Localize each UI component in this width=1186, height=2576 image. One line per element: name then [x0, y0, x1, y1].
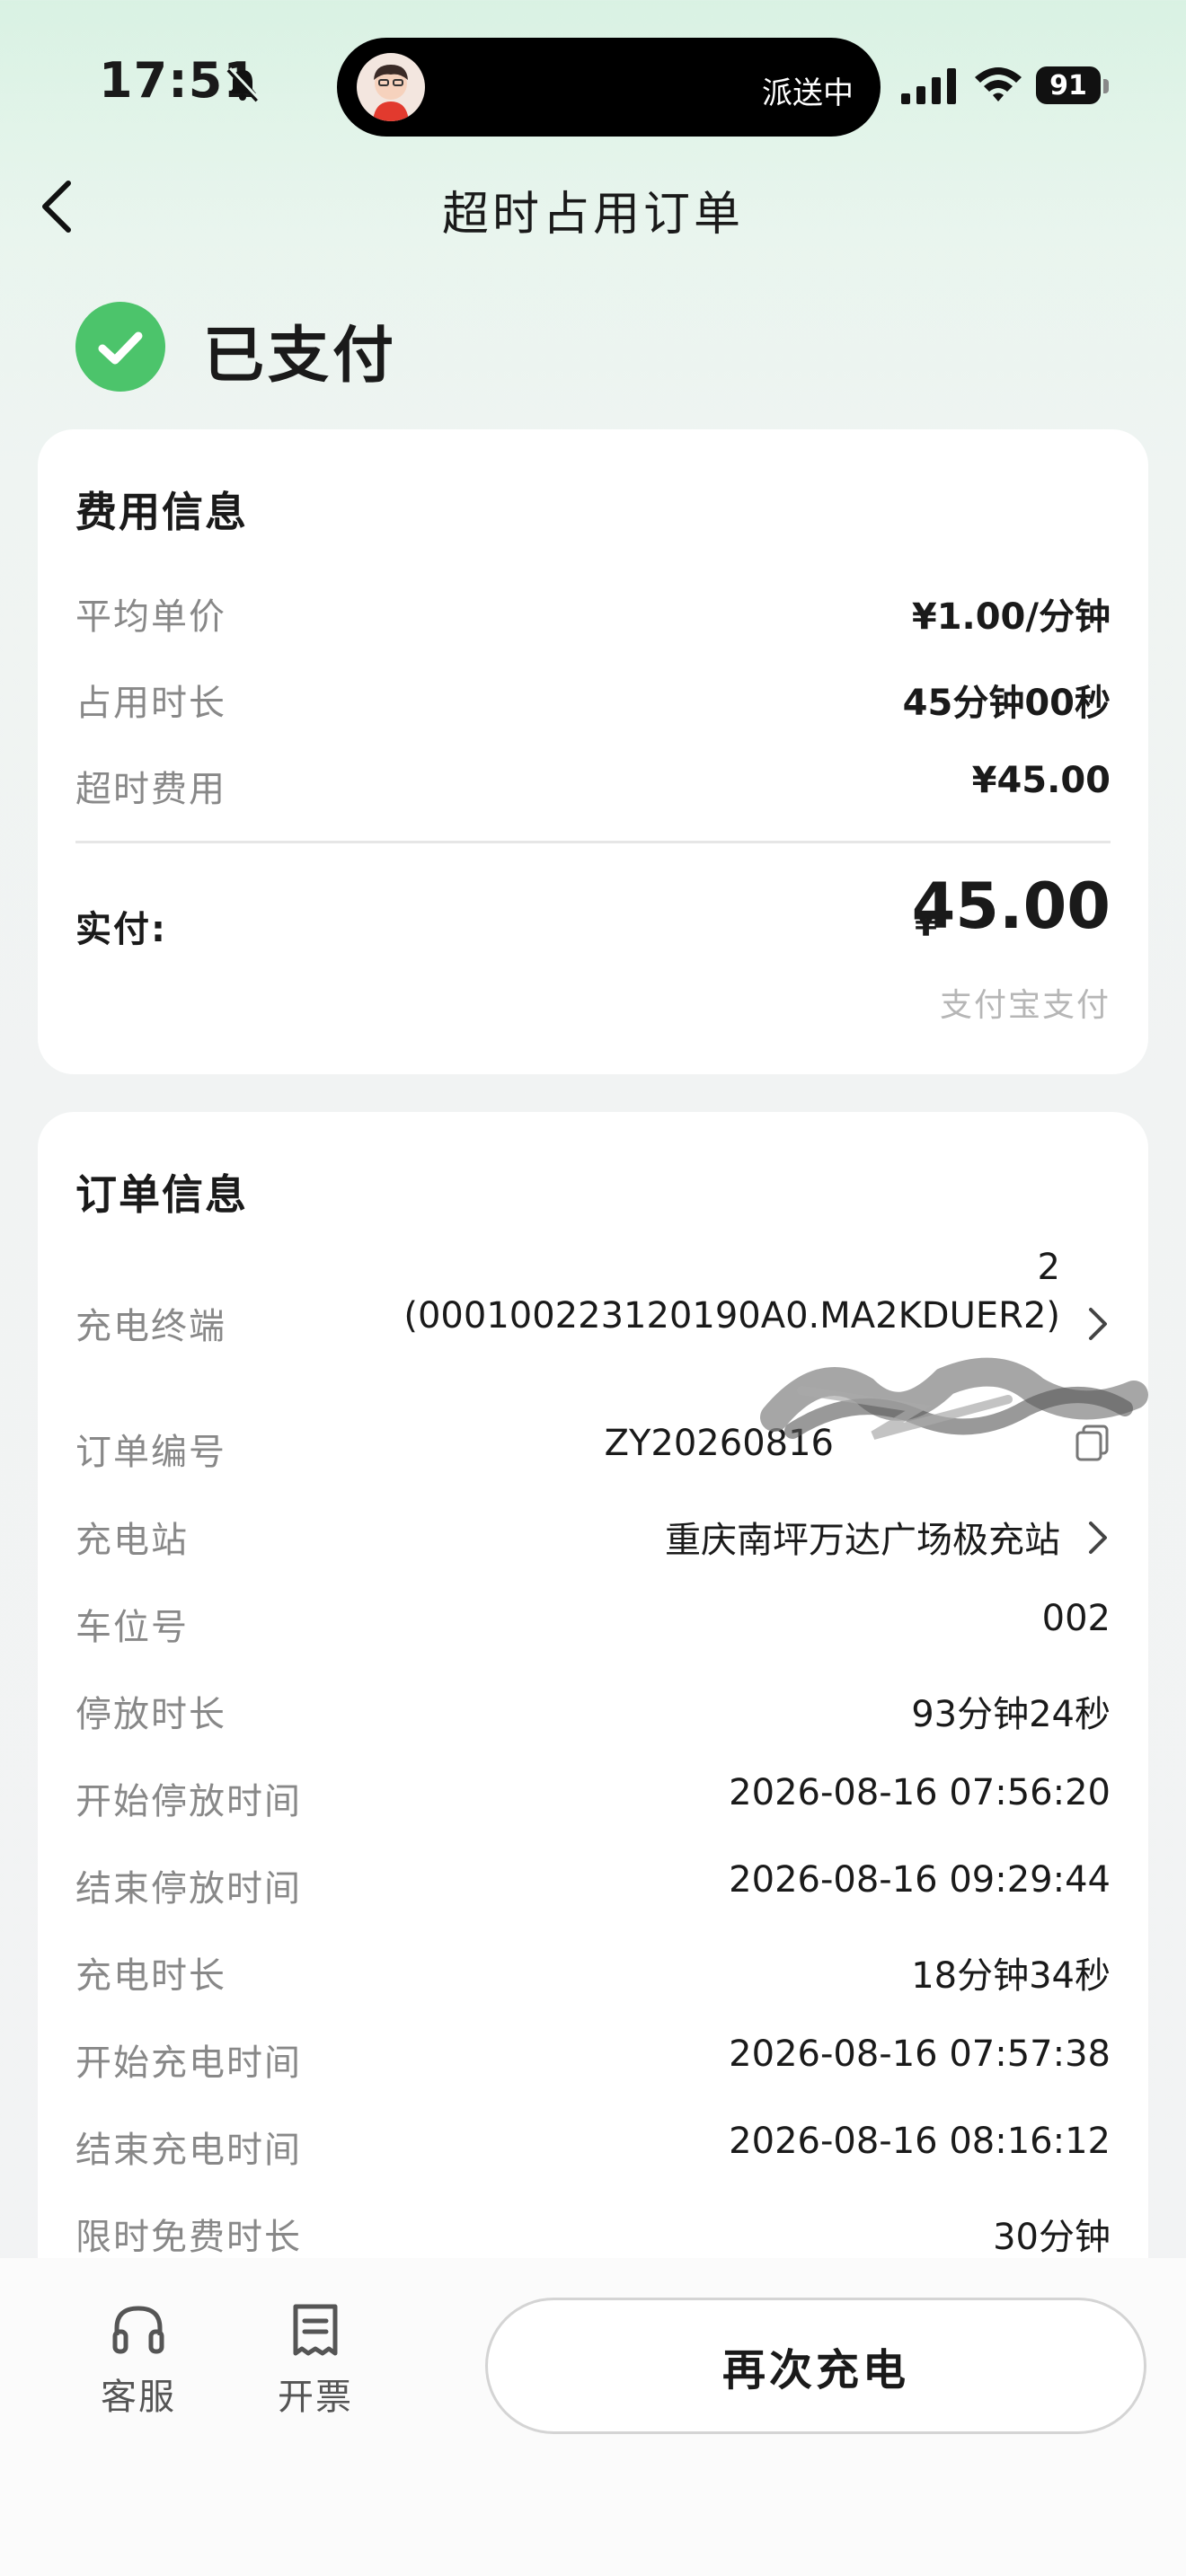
order-number-label: 订单编号	[75, 1432, 226, 1473]
station-row[interactable]: 充电站 重庆南坪万达广场极充站	[75, 1511, 1111, 1565]
detail-label: 开始充电时间	[75, 2042, 302, 2084]
detail-value: 30分钟	[993, 2217, 1111, 2258]
fee-row-label: 占用时长	[75, 683, 226, 724]
order-detail-row: 开始充电时间 2026-08-16 07:57:38	[75, 2033, 1111, 2087]
wifi-icon	[975, 67, 1022, 101]
paid-label: 实付:	[75, 909, 167, 950]
invoice-label: 开票	[278, 2377, 353, 2418]
dynamic-island[interactable]: 派送中	[337, 38, 881, 137]
copy-icon[interactable]	[1075, 1423, 1111, 1462]
headset-icon	[112, 2306, 164, 2354]
terminal-code: (000100223120190A0.MA2KDUER2)	[403, 1295, 1060, 1337]
detail-label: 充电时长	[75, 1955, 226, 1997]
fee-row-label: 超时费用	[75, 769, 226, 810]
terminal-number: 2	[1037, 1247, 1060, 1288]
order-detail-row: 结束停放时间 2026-08-16 09:29:44	[75, 1859, 1111, 1913]
payment-method: 支付宝支付	[939, 987, 1111, 1024]
courier-avatar	[357, 53, 425, 121]
detail-label: 停放时长	[75, 1694, 226, 1735]
fee-row-unit-price: 平均单价 ¥1.00/分钟	[75, 587, 1111, 641]
order-detail-row: 充电时长 18分钟34秒	[75, 1946, 1111, 2000]
station-value: 重庆南坪万达广场极充站	[665, 1520, 1060, 1561]
cellular-signal-icon	[901, 68, 956, 104]
fee-row-overtime-fee: 超时费用 ¥45.00	[75, 760, 1111, 814]
fee-info-card: 费用信息 平均单价 ¥1.00/分钟 占用时长 45分钟00秒 超时费用 ¥45…	[38, 429, 1148, 1074]
fee-row-value: 45分钟00秒	[902, 683, 1111, 724]
detail-value: 2026-08-16 08:16:12	[729, 2121, 1111, 2162]
check-circle-icon	[75, 302, 165, 392]
battery-tip	[1103, 79, 1109, 93]
fee-row-value: ¥45.00	[971, 760, 1111, 801]
detail-value: 93分钟24秒	[911, 1694, 1111, 1735]
fee-row-duration: 占用时长 45分钟00秒	[75, 674, 1111, 728]
order-detail-row: 车位号 002	[75, 1598, 1111, 1652]
fee-divider	[75, 841, 1111, 843]
terminal-label: 充电终端	[75, 1306, 226, 1347]
order-detail-row: 停放时长 93分钟24秒	[75, 1685, 1111, 1739]
bottom-action-bar: 客服 开票 再次充电	[0, 2258, 1186, 2576]
customer-service-button[interactable]: 客服	[84, 2301, 192, 2420]
receipt-icon	[293, 2304, 338, 2356]
fee-info-title: 费用信息	[75, 488, 248, 536]
detail-label: 结束停放时间	[75, 1868, 302, 1910]
invoice-button[interactable]: 开票	[261, 2301, 369, 2420]
order-info-title: 订单信息	[75, 1170, 248, 1219]
detail-label: 限时免费时长	[75, 2217, 302, 2258]
page-title: 超时占用订单	[441, 188, 744, 242]
detail-label: 开始停放时间	[75, 1781, 302, 1822]
battery-indicator: 91	[1036, 66, 1101, 104]
recharge-again-button[interactable]: 再次充电	[485, 2298, 1146, 2434]
customer-service-label: 客服	[101, 2377, 176, 2418]
order-detail-row: 限时免费时长 30分钟	[75, 2208, 1111, 2262]
status-bar: 17:51 派送中 91	[0, 0, 1186, 162]
order-detail-row: 结束充电时间 2026-08-16 08:16:12	[75, 2121, 1111, 2175]
detail-value: 2026-08-16 09:29:44	[729, 1859, 1111, 1901]
chevron-right-icon	[1089, 1522, 1107, 1554]
detail-value: 18分钟34秒	[911, 1955, 1111, 1997]
order-status-text: 已支付	[203, 321, 398, 392]
detail-value: 2026-08-16 07:56:20	[729, 1772, 1111, 1813]
fee-row-label: 平均单价	[75, 596, 226, 638]
chevron-right-icon	[1089, 1308, 1107, 1340]
bell-muted-icon	[226, 66, 261, 102]
paid-amount: 45.00	[911, 869, 1111, 943]
fee-row-value: ¥1.00/分钟	[911, 596, 1111, 638]
detail-value: 002	[1041, 1598, 1111, 1639]
detail-label: 车位号	[75, 1607, 189, 1648]
delivery-status-text: 派送中	[762, 75, 854, 111]
detail-label: 结束充电时间	[75, 2130, 302, 2171]
order-detail-row: 开始停放时间 2026-08-16 07:56:20	[75, 1772, 1111, 1826]
detail-value: 2026-08-16 07:57:38	[729, 2033, 1111, 2075]
station-label: 充电站	[75, 1520, 189, 1561]
